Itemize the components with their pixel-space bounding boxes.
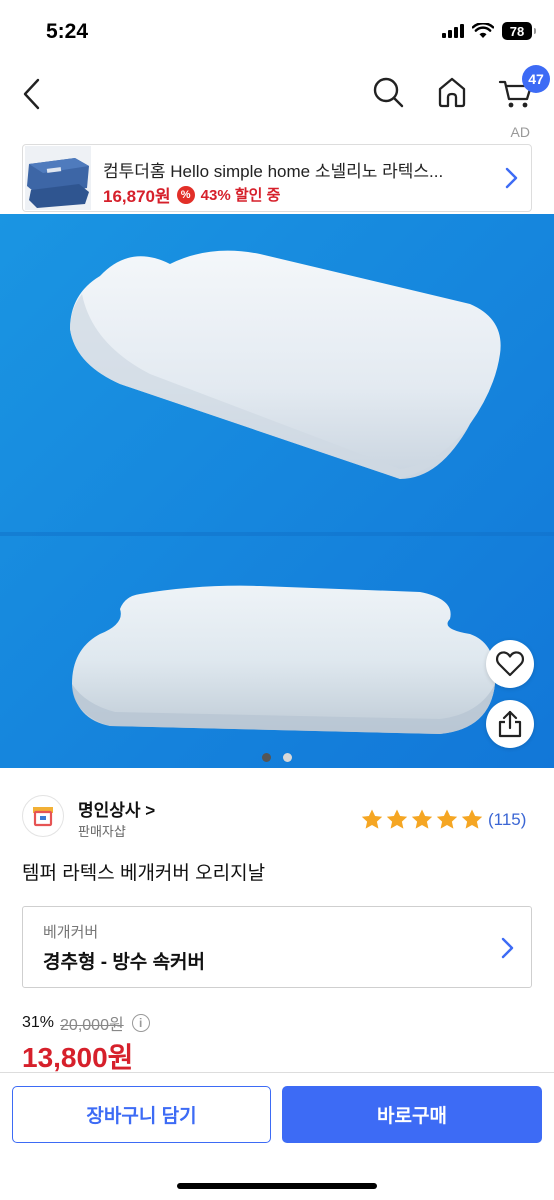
bottom-action-bar: 장바구니 담기 바로구매 (0, 1072, 554, 1200)
option-value: 경추형 - 방수 속커버 (43, 952, 206, 973)
buy-now-button[interactable]: 바로구매 (282, 1086, 542, 1143)
signal-icon (442, 24, 464, 38)
wifi-icon (472, 23, 494, 38)
cart-count-badge[interactable]: 47 (522, 65, 550, 93)
seller-name-link[interactable]: 명인상사 > (78, 796, 155, 821)
ad-banner[interactable]: 컴투더홈 Hello simple home 소넬리노 라텍스... 16,87… (22, 144, 532, 212)
original-price: 20,000원 (60, 1017, 124, 1034)
status-time: 5:24 (46, 20, 89, 43)
home-indicator[interactable] (177, 1183, 377, 1189)
ad-discount: 43% 할인 중 (200, 187, 281, 204)
star-icon (411, 809, 433, 829)
sale-price: 13,800원 (22, 1042, 134, 1073)
heart-icon (495, 651, 525, 677)
nav-bar (0, 62, 554, 126)
option-label: 베개커버 (43, 924, 99, 941)
percent-icon: % (176, 185, 195, 204)
chevron-right-icon[interactable] (501, 165, 521, 191)
ad-title[interactable]: 컴투더홈 Hello simple home 소넬리노 라텍스... (103, 157, 493, 182)
home-icon[interactable] (432, 72, 472, 112)
seller-type: 판매자샵 (78, 824, 126, 839)
star-icon (386, 809, 408, 829)
seller-logo-mark (33, 807, 53, 827)
back-icon[interactable] (14, 74, 54, 114)
star-icon (461, 809, 483, 829)
chevron-right-icon (501, 937, 514, 959)
image-pager-dots (262, 753, 292, 762)
seller-logo[interactable] (22, 795, 64, 837)
product-image (0, 214, 554, 768)
status-icons: 78 (442, 22, 536, 40)
wishlist-button[interactable] (486, 640, 534, 688)
star-icon (361, 809, 383, 829)
search-icon[interactable] (368, 72, 408, 112)
info-icon[interactable]: i (131, 1014, 150, 1032)
rating[interactable]: (115) (360, 808, 526, 832)
price-row: 31% 20,000원 i (22, 1011, 150, 1035)
add-to-cart-button[interactable]: 장바구니 담기 (12, 1086, 271, 1143)
review-count[interactable]: (115) (488, 810, 526, 830)
pager-dot-active (262, 753, 271, 762)
battery-icon: 78 (502, 22, 536, 40)
ad-label: AD (510, 124, 530, 140)
product-image-gallery[interactable] (0, 214, 554, 768)
discount-rate: 31% (22, 1014, 55, 1031)
star-icon (436, 809, 458, 829)
product-title: 템퍼 라텍스 베개커버 오리지날 (22, 863, 266, 884)
ad-price-row: 16,870원 % 43% 할인 중 (103, 182, 280, 207)
share-icon (498, 710, 522, 738)
status-bar: 5:24 78 (0, 0, 554, 62)
ad-thumbnail[interactable] (25, 146, 91, 210)
ad-price: 16,870원 (103, 187, 171, 206)
pager-dot (283, 753, 292, 762)
share-button[interactable] (486, 700, 534, 748)
option-selector[interactable]: 베개커버 경추형 - 방수 속커버 (22, 906, 532, 988)
